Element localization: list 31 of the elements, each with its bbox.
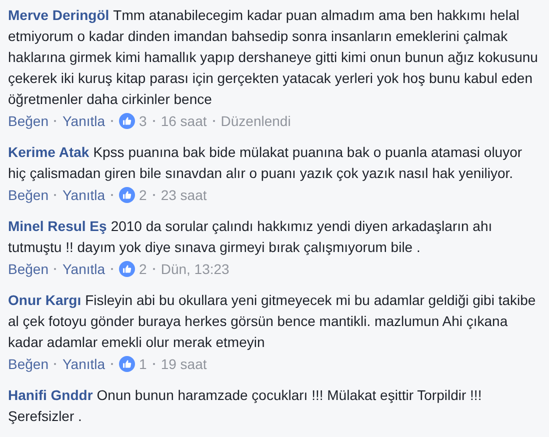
like-link[interactable]: Beğen	[8, 259, 48, 279]
comment-text: Merve Deringöl Tmm atanabilecegim kadar puan almadım ama ben hakkımı helal etmiyorum o kadar dinden imandan bahsedip sonra insanların emeklerini çalmak haklarına girmek kimi hamallık yapıp dershaneye gitti kimi onun bunun ağız kokusunu çekerek iki kuruş kitap parası için gerçekten yatacak yerleri yok hoş bunu kabul eden öğretmenler daha cirkinler bence	[8, 6, 539, 109]
edited-label: Düzenlendi	[220, 112, 291, 131]
comment-text: Minel Resul Eş 2010 da sorular çalındı hakkımız yendi diyen arkadaşların ahı tutmuştu !! dayım yok diye sınava girmeyi bırak çalışmıyorum bile .	[8, 217, 494, 257]
thumbs-up-icon	[119, 356, 136, 372]
comment-text: Kerime Atak Kpss puanına bak bide mülakat puanına bak o puanla atamasi oluyor hiç çalismadan giren bile sınavdan alır o puanı yazık çok yazık nasıl hak yeniliyor.	[8, 143, 524, 183]
thumbs-up-icon	[119, 261, 136, 277]
thumbs-up-icon	[119, 113, 136, 129]
comment-text: Onur Kargı Fisleyin abi bu okullara yeni gitmeyecek mi bu adamlar geldiği gibi takibe al çek fotoyu gönder buraya herkes görsün bence mantikli. mazlumun Ahi çıkana kadar adamlar emekli olur merak etmeyin	[8, 291, 537, 352]
author-link[interactable]: Merve Deringöl	[8, 7, 110, 23]
reply-link[interactable]: Yanıtla	[62, 354, 106, 374]
author-link[interactable]: Onur Kargı	[8, 292, 82, 308]
like-link[interactable]: Beğen	[8, 185, 48, 205]
like-count: 2	[139, 260, 147, 279]
reply-link[interactable]: Yanıtla	[62, 185, 106, 205]
reply-link[interactable]: Yanıtla	[62, 111, 106, 131]
author-link[interactable]: Kerime Atak	[8, 144, 90, 160]
like-link[interactable]: Beğen	[8, 354, 48, 374]
reply-link[interactable]: Yanıtla	[62, 259, 106, 279]
author-link[interactable]: Minel Resul Eş	[8, 218, 107, 234]
like-count: 1	[139, 355, 147, 374]
author-link[interactable]: Hanifi Gnddr	[8, 387, 93, 403]
comment-time[interactable]: 19 saat	[160, 354, 207, 374]
like-link[interactable]: Beğen	[8, 111, 48, 131]
comment-time[interactable]: 23 saat	[160, 185, 207, 205]
comment-time[interactable]: Dün, 13:23	[160, 259, 230, 279]
comment-time[interactable]: 16 saat	[160, 111, 207, 131]
like-count: 3	[139, 112, 147, 131]
comment-text: Hanifi Gnddr Onun bunun haramzade çocukları !!! Mülakat eşittir Torpildir !!! Şerefsizler .	[8, 386, 483, 426]
thumbs-up-icon	[119, 187, 136, 203]
like-count: 2	[139, 186, 147, 205]
